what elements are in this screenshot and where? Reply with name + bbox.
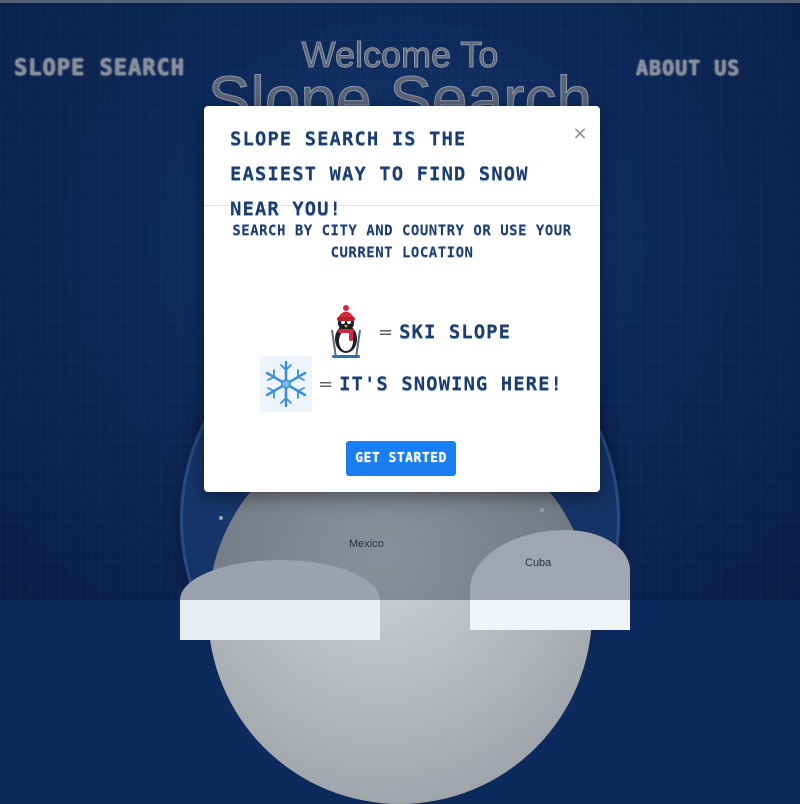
legend-equals: = bbox=[378, 321, 394, 343]
modal-header: SLOPE SEARCH IS THE EASIEST WAY TO FIND … bbox=[204, 106, 600, 220]
penguin-skier-icon bbox=[331, 305, 361, 359]
snowflake-icon bbox=[260, 356, 312, 412]
get-started-button[interactable]: GET STARTED bbox=[346, 441, 456, 476]
modal-subtitle: SEARCH BY CITY AND COUNTRY OR USE YOUR C… bbox=[232, 223, 572, 261]
modal-title: SLOPE SEARCH IS THE EASIEST WAY TO FIND … bbox=[230, 128, 529, 220]
close-button[interactable]: × bbox=[572, 124, 588, 144]
legend-label: IT'S SNOWING HERE! bbox=[339, 373, 563, 395]
legend-equals: = bbox=[318, 373, 334, 395]
legend-snowing: = IT'S SNOWING HERE! bbox=[260, 356, 563, 412]
legend-ski-slope: = SKI SLOPE bbox=[320, 304, 511, 360]
welcome-modal: SLOPE SEARCH IS THE EASIEST WAY TO FIND … bbox=[204, 106, 600, 492]
legend-label: SKI SLOPE bbox=[399, 321, 512, 343]
